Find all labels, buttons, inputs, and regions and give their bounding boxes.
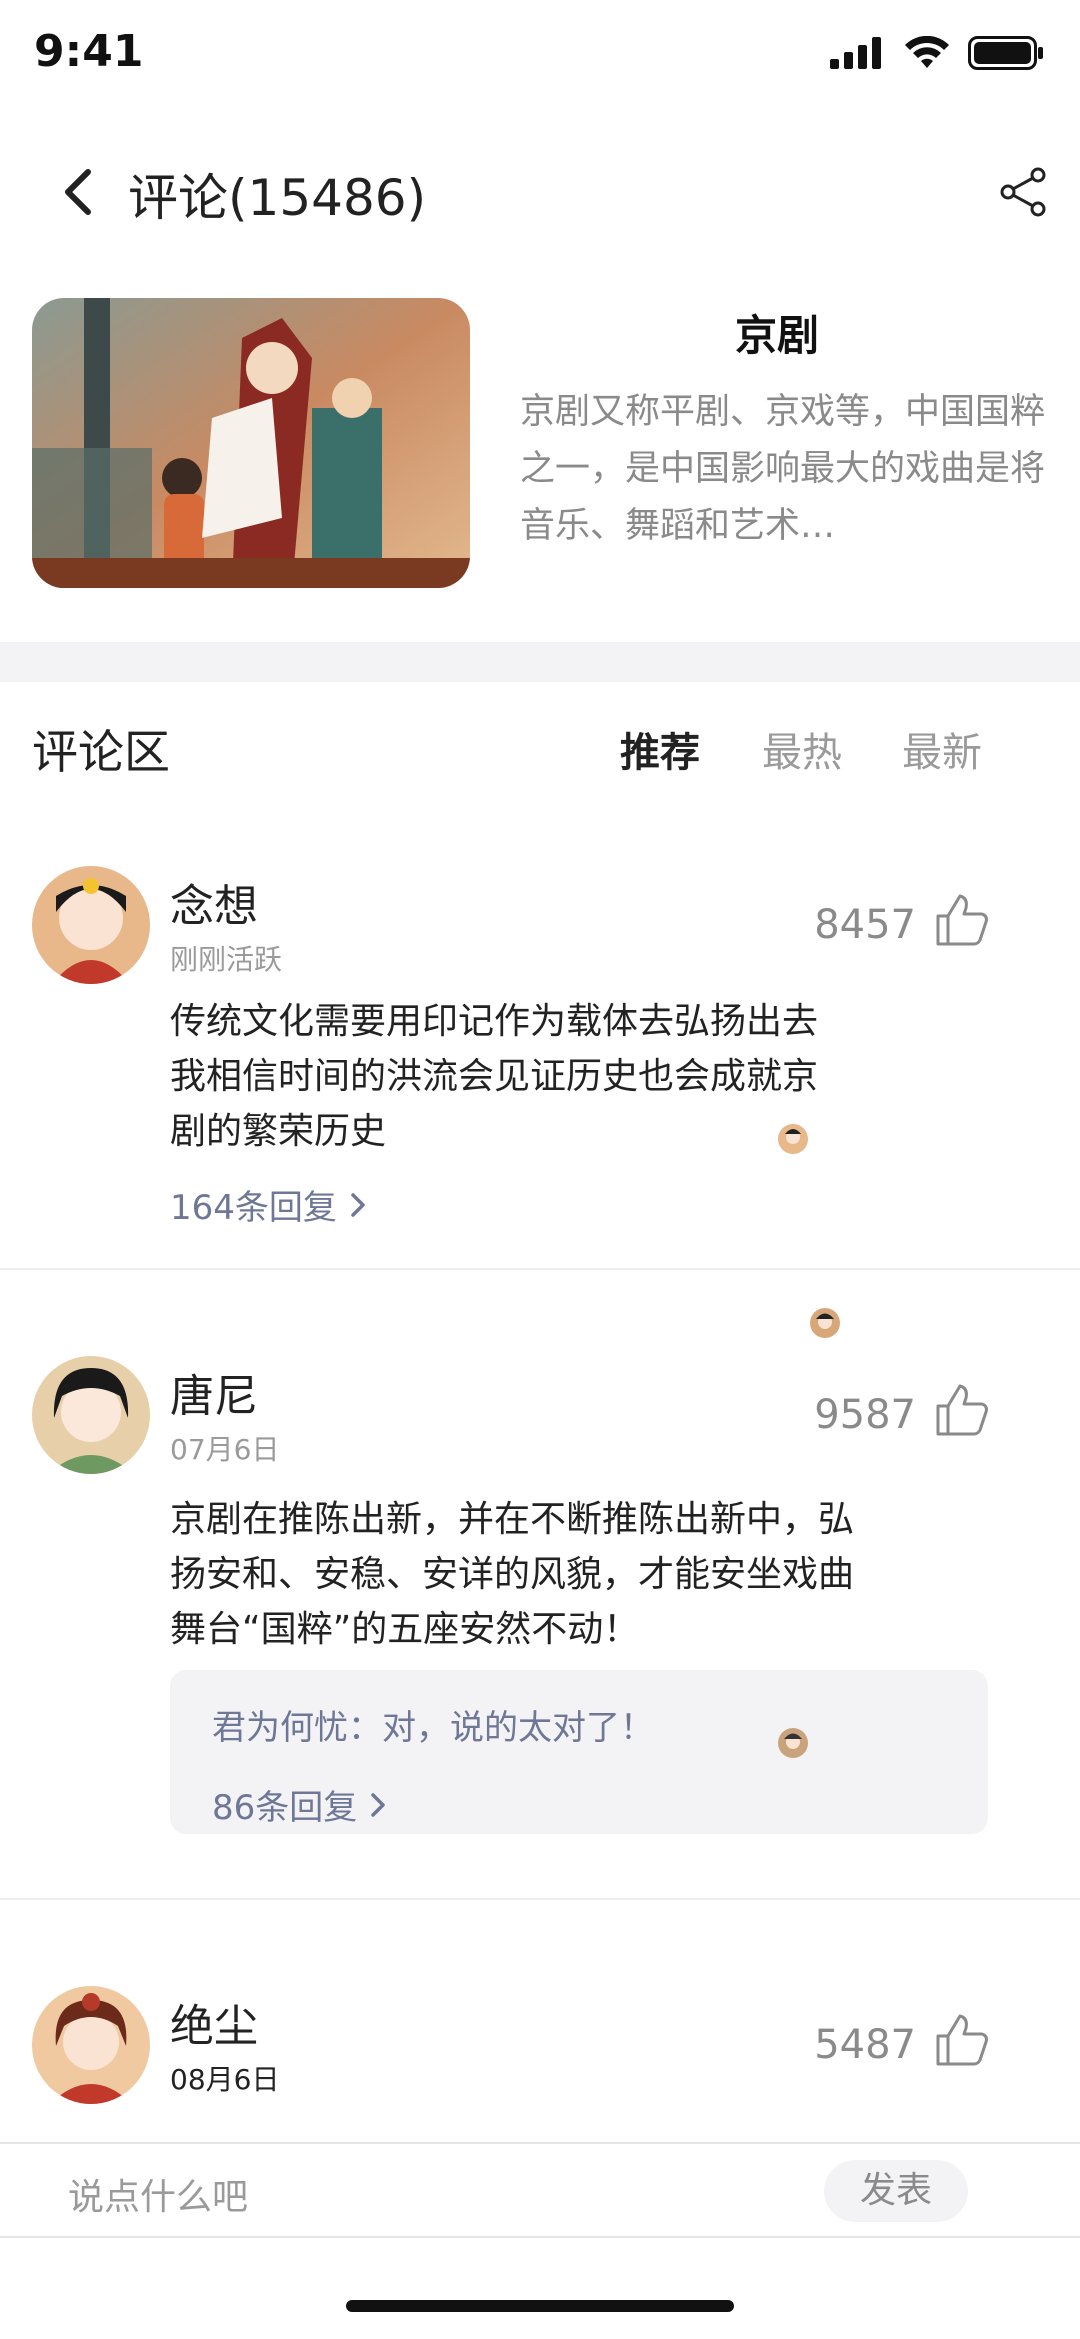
divider bbox=[0, 1268, 1080, 1270]
back-icon[interactable] bbox=[58, 162, 98, 222]
comment-time: 07月6日 bbox=[170, 1433, 280, 1466]
comment-input-bar: 说点什么吧 发表 bbox=[0, 2142, 1080, 2238]
section-divider bbox=[0, 642, 1080, 682]
battery-icon bbox=[968, 36, 1043, 70]
page-title: 评论(15486) bbox=[128, 169, 427, 227]
comment-author[interactable]: 唐尼 bbox=[170, 1360, 258, 1424]
comment-text: 京剧在推陈出新，并在不断推陈出新中，弘 扬安和、安稳、安详的风貌，才能安坐戏曲 … bbox=[170, 1492, 854, 1657]
comment-time: 08月6日 bbox=[170, 2063, 280, 2096]
comment-text: 传统文化需要用印记作为载体去弘扬出去 我相信时间的洪流会见证历史也会成就京 剧的… bbox=[170, 994, 818, 1159]
avatar[interactable] bbox=[32, 1986, 150, 2104]
reply-preview-text: 君为何忧：对，说的太对了！ bbox=[212, 1708, 654, 1748]
status-icons bbox=[830, 36, 1044, 70]
comment-line: 剧的繁荣历史 bbox=[170, 1111, 387, 1152]
wifi-icon bbox=[905, 36, 949, 68]
home-indicator[interactable] bbox=[346, 2300, 734, 2312]
like-count: 5487 bbox=[814, 2022, 916, 2068]
replies-count: 86条回复 bbox=[212, 1788, 358, 1828]
like-count: 8457 bbox=[814, 902, 916, 948]
comment-line: 扬安和、安稳、安详的风貌，才能安坐戏曲 bbox=[170, 1554, 855, 1595]
comments-heading: 评论区 bbox=[32, 725, 170, 779]
replies-link[interactable]: 86条回复 bbox=[212, 1780, 389, 1829]
comment-input[interactable]: 说点什么吧 bbox=[68, 2168, 248, 2220]
post-button[interactable]: 发表 bbox=[824, 2160, 968, 2222]
avatar[interactable] bbox=[32, 866, 150, 984]
thumb-up-icon[interactable] bbox=[934, 892, 990, 948]
comment-author[interactable]: 绝尘 bbox=[170, 1990, 258, 2054]
topic-title: 京剧 bbox=[735, 311, 820, 360]
mini-avatar bbox=[810, 1308, 840, 1338]
avatar[interactable] bbox=[32, 1356, 150, 1474]
comment-time: 刚刚活跃 bbox=[170, 943, 283, 976]
comment-line: 舞台“国粹”的五座安然不动！ bbox=[170, 1609, 640, 1650]
chevron-right-icon bbox=[351, 1192, 365, 1217]
like-count: 9587 bbox=[814, 1392, 916, 1438]
divider bbox=[0, 1898, 1080, 1900]
replies-link[interactable]: 164条回复 bbox=[170, 1180, 369, 1229]
comment-line: 我相信时间的洪流会见证历史也会成就京 bbox=[170, 1056, 819, 1097]
status-time: 9:41 bbox=[34, 26, 144, 77]
signal-icon bbox=[830, 37, 881, 69]
share-icon[interactable] bbox=[998, 166, 1050, 218]
comment-author[interactable]: 念想 bbox=[170, 870, 258, 934]
tab-recommended[interactable]: 推荐 bbox=[620, 720, 700, 778]
mini-avatar bbox=[778, 1124, 808, 1154]
mini-avatar bbox=[778, 1728, 808, 1758]
tab-hottest[interactable]: 最热 bbox=[762, 720, 842, 778]
thumb-up-icon[interactable] bbox=[934, 1382, 990, 1438]
thumb-up-icon[interactable] bbox=[934, 2012, 990, 2068]
chevron-right-icon bbox=[371, 1792, 386, 1817]
topic-image[interactable] bbox=[32, 298, 470, 588]
replies-count: 164条回复 bbox=[170, 1188, 337, 1228]
tab-newest[interactable]: 最新 bbox=[902, 720, 982, 778]
comment-line: 京剧在推陈出新，并在不断推陈出新中，弘 bbox=[170, 1499, 855, 1540]
topic-description: 京剧又称平剧、京戏等，中国国粹之一，是中国影响最大的戏曲是将音乐、舞蹈和艺术… bbox=[520, 392, 1046, 546]
reply-preview-box[interactable]: 君为何忧：对，说的太对了！ 86条回复 bbox=[170, 1670, 988, 1834]
comment-line: 传统文化需要用印记作为载体去弘扬出去 bbox=[170, 1001, 819, 1042]
